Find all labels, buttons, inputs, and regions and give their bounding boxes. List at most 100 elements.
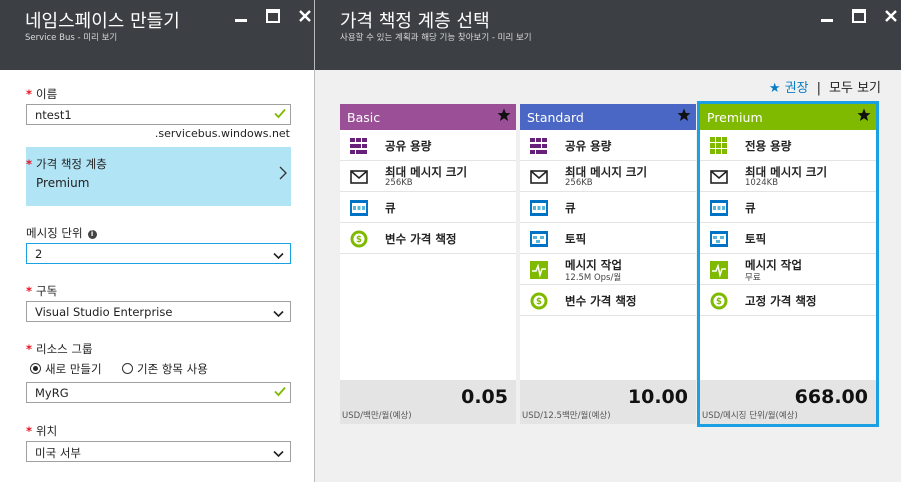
- pricing-tier-selector[interactable]: * 가격 책정 계층 Premium: [26, 147, 291, 206]
- star-icon: [677, 108, 691, 125]
- shared-capacity-icon: [350, 137, 368, 155]
- name-input[interactable]: ntest1: [26, 104, 291, 125]
- topic-icon: [710, 230, 728, 248]
- tier-card-basic[interactable]: Basic 공유 용량 최대 메시지 크기 256KB 큐 $ 변수 가격 책정 0.05 US…: [340, 104, 516, 424]
- feature-title: 전용 용량: [745, 139, 792, 153]
- chevron-down-icon: [273, 447, 284, 461]
- feature-title: 고정 가격 책정: [745, 294, 817, 308]
- subscription-value: Visual Studio Enterprise: [35, 305, 173, 319]
- resource-group-label: * 리소스 그룹: [26, 342, 93, 356]
- name-input-value: ntest1: [35, 108, 72, 122]
- minimize-icon[interactable]: [234, 9, 248, 23]
- right-blade-header: 가격 책정 계층 선택 사용할 수 있는 계획과 해당 기능 찾아보기 - 미리…: [315, 0, 901, 70]
- right-blade-title: 가격 책정 계층 선택: [340, 11, 490, 32]
- feature-row: 토픽: [700, 223, 876, 254]
- star-icon: [497, 108, 511, 125]
- close-icon[interactable]: [884, 9, 898, 23]
- maximize-icon[interactable]: [265, 9, 280, 23]
- feature-title: 큐: [385, 201, 396, 215]
- tier-card-premium[interactable]: Premium 전용 용량최대 메시지 크기 1024KB 큐토픽 메시지 작업 무료 $ 고…: [697, 101, 879, 427]
- rg-create-new-radio[interactable]: 새로 만들기: [30, 361, 102, 377]
- location-value: 미국 서부: [35, 446, 81, 460]
- tier-price: 0.05: [461, 386, 508, 408]
- resource-group-input[interactable]: MyRG: [26, 382, 291, 403]
- feature-row: 메시지 작업 무료: [700, 254, 876, 285]
- feature-title: 변수 가격 책정: [385, 232, 457, 246]
- feature-row: 공유 용량: [520, 130, 696, 161]
- feature-detail: 256KB: [565, 178, 593, 188]
- feature-row: 최대 메시지 크기 1024KB: [700, 161, 876, 192]
- feature-title: 토픽: [565, 232, 587, 246]
- location-label: * 위치: [26, 424, 58, 438]
- tier-name: Basic: [347, 110, 381, 125]
- chevron-down-icon: [273, 307, 284, 321]
- tier-card-header: Premium: [700, 104, 876, 130]
- feature-title: 큐: [565, 201, 576, 215]
- left-blade-subtitle: Service Bus - 미리 보기: [25, 33, 118, 43]
- valid-check-icon: [274, 107, 286, 122]
- envelope-icon: [350, 168, 368, 186]
- subscription-label: * 구독: [26, 284, 58, 298]
- maximize-icon[interactable]: [851, 9, 866, 23]
- envelope-icon: [530, 168, 548, 186]
- subscription-select[interactable]: Visual Studio Enterprise: [26, 301, 291, 322]
- variable-pricing-icon: $: [350, 230, 368, 248]
- shared-capacity-icon: [530, 137, 548, 155]
- recommended-link[interactable]: ★ 권장: [769, 81, 809, 96]
- queue-icon: [350, 199, 368, 217]
- name-label: * 이름: [26, 87, 58, 101]
- queue-icon: [710, 199, 728, 217]
- right-window-controls: [806, 9, 898, 26]
- feature-title: 공유 용량: [385, 139, 432, 153]
- left-blade-title: 네임스페이스 만들기: [25, 11, 180, 32]
- namespace-suffix: .servicebus.windows.net: [154, 127, 290, 140]
- rg-create-new-label: 새로 만들기: [45, 362, 102, 376]
- close-icon[interactable]: [298, 9, 312, 23]
- feature-detail: 256KB: [385, 178, 413, 188]
- messaging-units-select[interactable]: 2: [26, 243, 291, 264]
- radio-unselected-icon: [122, 363, 133, 374]
- feature-row: 최대 메시지 크기 256KB: [520, 161, 696, 192]
- fixed-pricing-icon: $: [710, 292, 728, 310]
- left-blade-header: 네임스페이스 만들기 Service Bus - 미리 보기: [0, 0, 314, 70]
- feature-detail: 무료: [745, 273, 761, 283]
- tier-card-header: Standard: [520, 104, 696, 130]
- messaging-ops-icon: [710, 261, 728, 279]
- dedicated-capacity-icon: [710, 137, 728, 155]
- rg-use-existing-radio[interactable]: 기존 항목 사용: [122, 361, 208, 377]
- tier-name: Standard: [527, 110, 584, 125]
- feature-row: 메시지 작업 12.5M Ops/월: [520, 254, 696, 285]
- feature-row: $ 변수 가격 책정: [520, 285, 696, 316]
- feature-row: $ 고정 가격 책정: [700, 285, 876, 316]
- chevron-down-icon: [273, 249, 284, 263]
- feature-row: 큐: [520, 192, 696, 223]
- feature-row: 토픽: [520, 223, 696, 254]
- tier-filter-links: ★ 권장 | 모두 보기: [769, 77, 881, 96]
- view-all-link[interactable]: 모두 보기: [829, 81, 881, 96]
- feature-detail: 1024KB: [745, 178, 779, 188]
- tier-card-header: Basic: [340, 104, 516, 130]
- rg-use-existing-label: 기존 항목 사용: [137, 362, 208, 376]
- feature-title: 큐: [745, 201, 756, 215]
- info-icon[interactable]: i: [87, 230, 97, 239]
- resource-group-value: MyRG: [35, 386, 69, 400]
- feature-row: 큐: [340, 192, 516, 223]
- feature-row: $ 변수 가격 책정: [340, 223, 516, 254]
- variable-pricing-icon: $: [530, 292, 548, 310]
- location-select[interactable]: 미국 서부: [26, 441, 291, 462]
- tier-price-unit: USD/메시징 단위/월(예상): [702, 411, 798, 421]
- tier-card-footer: 668.00 USD/메시징 단위/월(예상): [700, 380, 876, 424]
- pricing-tier-value: Premium: [36, 176, 90, 190]
- star-icon: ★: [768, 81, 781, 96]
- feature-title: 변수 가격 책정: [565, 294, 637, 308]
- feature-detail: 12.5M Ops/월: [565, 273, 622, 283]
- svg-text:$: $: [356, 235, 362, 245]
- minimize-icon[interactable]: [820, 9, 834, 23]
- messaging-units-value: 2: [35, 247, 43, 261]
- right-blade-subtitle: 사용할 수 있는 계획과 해당 기능 찾아보기 - 미리 보기: [340, 33, 532, 43]
- messaging-ops-icon: [530, 261, 548, 279]
- messaging-units-label: 메시징 단위 i: [26, 225, 97, 241]
- queue-icon: [530, 199, 548, 217]
- tier-card-standard[interactable]: Standard 공유 용량 최대 메시지 크기 256KB 큐토픽메시지 작업 12.5…: [520, 104, 696, 424]
- feature-row: 공유 용량: [340, 130, 516, 161]
